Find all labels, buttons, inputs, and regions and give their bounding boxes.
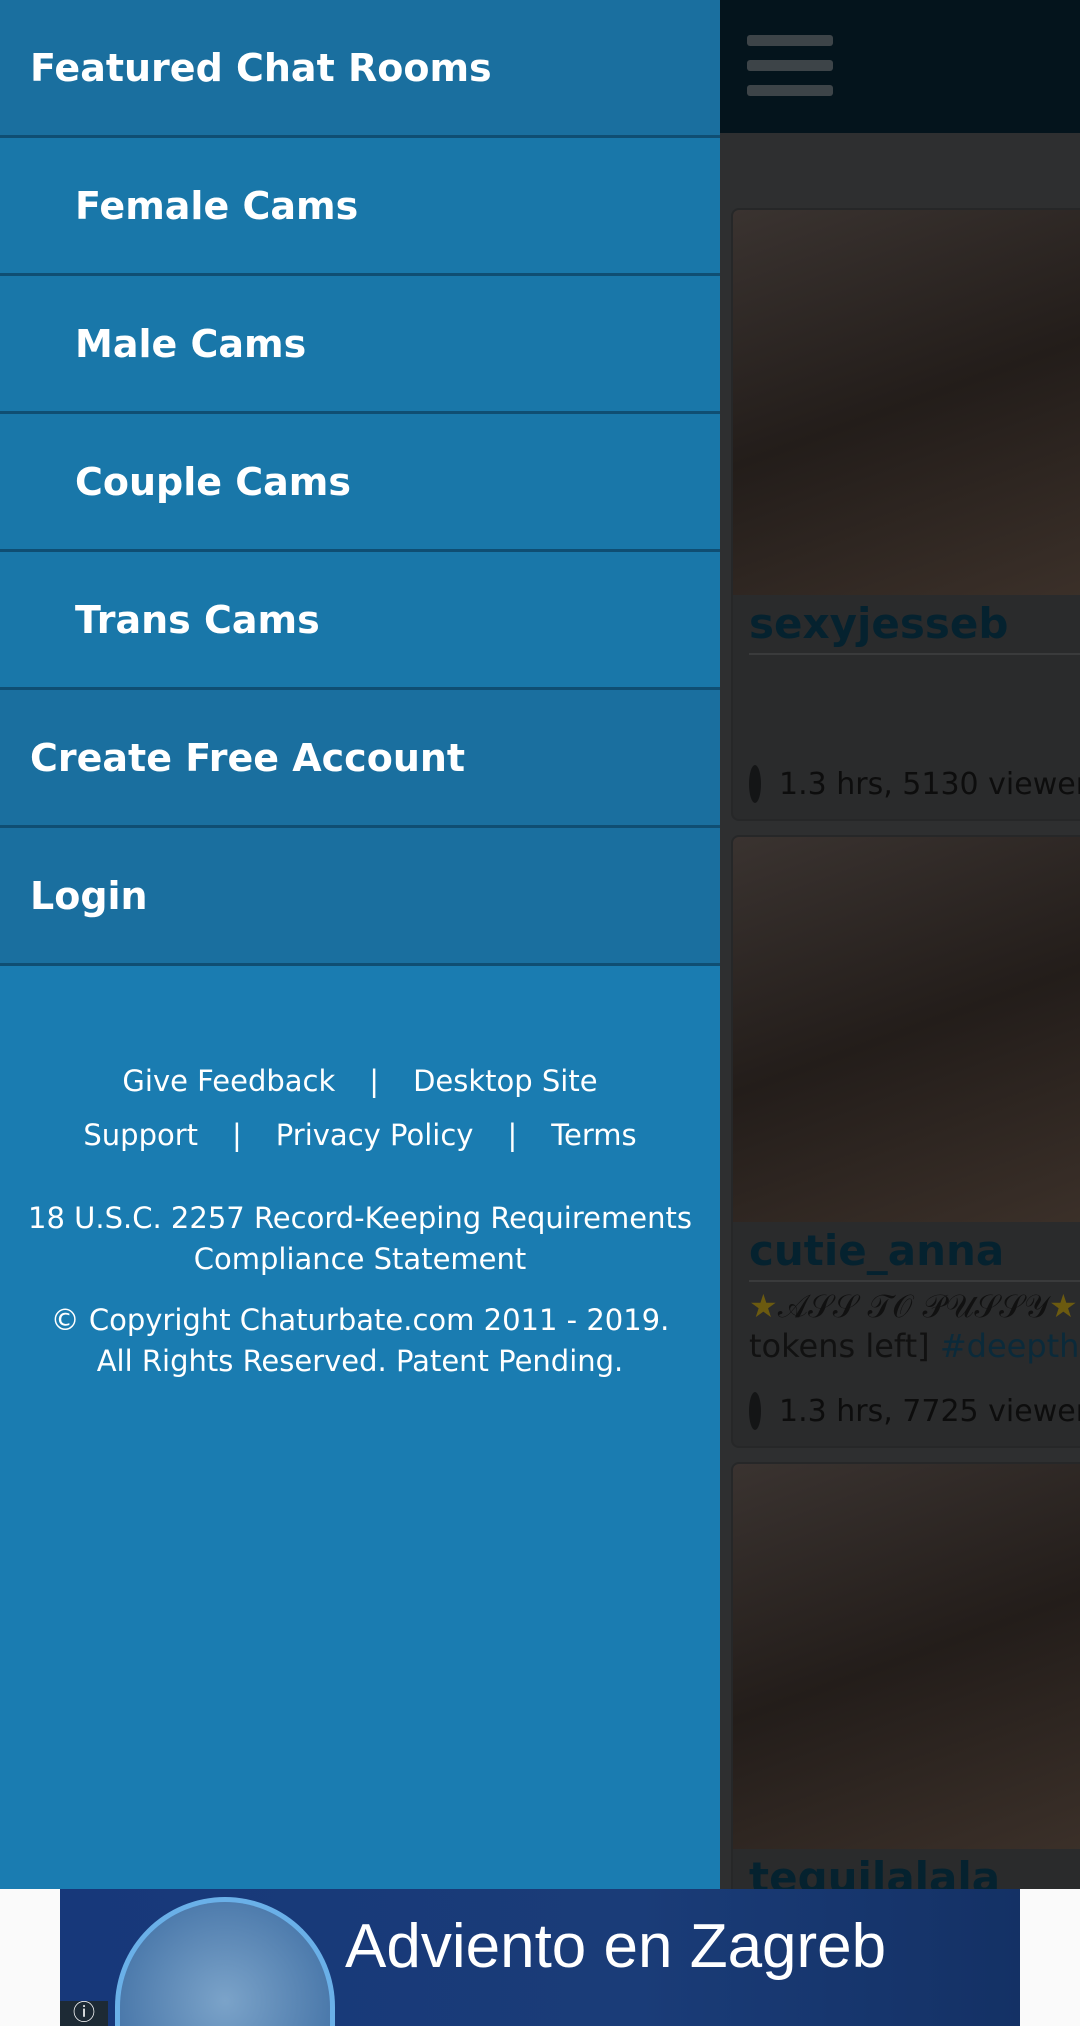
room-card[interactable]: cutie_anna ★𝒜𝒮𝒮 𝒯𝒪 𝒫𝒰𝒮𝒮𝒴★ tokens left] #… [731, 835, 1080, 1448]
give-feedback-link[interactable]: Give Feedback [122, 1064, 335, 1098]
room-stats: 1.3 hrs, 5130 viewers [779, 766, 1080, 802]
menu-login[interactable]: Login [0, 828, 720, 966]
rights-text: All Rights Reserved. Patent Pending. [96, 1344, 624, 1378]
room-subject [733, 655, 1080, 765]
hamburger-menu-icon[interactable] [747, 35, 833, 97]
menu-featured-chat-rooms[interactable]: Featured Chat Rooms [0, 0, 720, 138]
room-stats: 1.3 hrs, 7725 viewers [779, 1393, 1080, 1429]
privacy-policy-link[interactable]: Privacy Policy [276, 1118, 474, 1152]
room-subject: ★𝒜𝒮𝒮 𝒯𝒪 𝒫𝒰𝒮𝒮𝒴★ tokens left] #deepth [733, 1282, 1080, 1392]
room-list-dimmed: sexyjesseb 1.3 hrs, 5130 viewers cutie_a… [720, 0, 1080, 1889]
room-card[interactable]: tequilalala [731, 1462, 1080, 1889]
top-bar [720, 0, 1080, 133]
separator: | [369, 1064, 380, 1098]
hashtag-link[interactable]: #deepth [940, 1327, 1080, 1365]
room-thumbnail[interactable] [733, 837, 1080, 1222]
menu-create-free-account[interactable]: Create Free Account [0, 690, 720, 828]
legal-line: 18 U.S.C. 2257 Record-Keeping Requiremen… [28, 1201, 692, 1235]
menu-male-cams[interactable]: Male Cams [0, 276, 720, 414]
subject-fancy-text: 𝒜𝒮𝒮 𝒯𝒪 𝒫𝒰𝒮𝒮𝒴 [777, 1287, 1050, 1325]
ad-text: Adviento en Zagreb [345, 1912, 887, 1981]
desktop-site-link[interactable]: Desktop Site [413, 1064, 598, 1098]
room-name[interactable]: cutie_anna [749, 1222, 1080, 1282]
advertisement-banner[interactable]: Adviento en Zagreb ⓘ [60, 1889, 1020, 2026]
copyright-text: © Copyright Chaturbate.com 2011 - 2019. [50, 1303, 670, 1337]
room-thumbnail[interactable] [733, 1464, 1080, 1849]
webcam-icon [749, 1392, 761, 1430]
room-name[interactable]: tequilalala [749, 1849, 1080, 1889]
legal-line: Compliance Statement [193, 1242, 527, 1276]
menu-couple-cams[interactable]: Couple Cams [0, 414, 720, 552]
webcam-icon [749, 765, 761, 803]
subject-text: tokens left] [749, 1327, 930, 1365]
star-icon: ★ [1049, 1287, 1078, 1325]
room-card[interactable]: sexyjesseb 1.3 hrs, 5130 viewers [731, 208, 1080, 821]
menu-trans-cams[interactable]: Trans Cams [0, 552, 720, 690]
side-menu: Featured Chat Rooms Female Cams Male Cam… [0, 0, 720, 1889]
separator: | [507, 1118, 518, 1152]
room-name[interactable]: sexyjesseb [749, 595, 1080, 655]
star-icon: ★ [749, 1287, 778, 1325]
separator: | [232, 1118, 242, 1152]
terms-link[interactable]: Terms [551, 1118, 636, 1152]
room-thumbnail[interactable] [733, 210, 1080, 595]
menu-female-cams[interactable]: Female Cams [0, 138, 720, 276]
menu-footer: Give Feedback | Desktop Site Support | Priva… [0, 1054, 720, 1382]
support-link[interactable]: Support [83, 1118, 198, 1152]
compliance-statement-link[interactable]: 18 U.S.C. 2257 Record-Keeping Requiremen… [0, 1198, 720, 1280]
snow-globe-image [115, 1897, 335, 2026]
ad-info-icon[interactable]: ⓘ [60, 2001, 108, 2026]
